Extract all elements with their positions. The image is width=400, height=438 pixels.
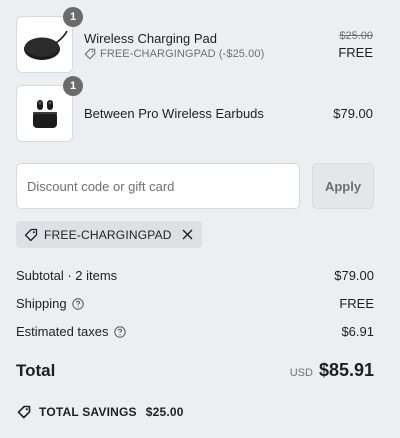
- tag-icon: [17, 405, 32, 419]
- taxes-row: Estimated taxes $6.91: [16, 324, 374, 339]
- charging-pad-image: [16, 16, 73, 73]
- tag-icon: [24, 228, 38, 242]
- earbuds-image: [16, 85, 73, 142]
- applied-code-label: FREE-CHARGINGPAD: [44, 227, 172, 242]
- shipping-label: Shipping: [16, 296, 67, 311]
- product-thumbnail: 1: [16, 76, 83, 142]
- applied-discount-tag: FREE-CHARGINGPAD: [16, 221, 202, 248]
- item-discount: FREE-CHARGINGPAD (-$25.00): [84, 48, 338, 60]
- quantity-badge: 1: [63, 7, 83, 27]
- item-price: $25.00 FREE: [338, 29, 373, 61]
- close-icon[interactable]: [182, 229, 193, 240]
- compare-at-price: $25.00: [339, 29, 373, 42]
- subtotal-label: Subtotal · 2 items: [16, 268, 118, 283]
- savings-value: $25.00: [145, 405, 184, 419]
- currency-code: USD: [289, 367, 313, 379]
- tag-icon: [84, 48, 96, 60]
- item-price: $79.00: [333, 105, 373, 122]
- discount-code-input[interactable]: [16, 163, 300, 209]
- shipping-value: FREE: [339, 296, 374, 311]
- line-item-earbuds: 1 Between Pro Wireless Earbuds $79.00: [16, 76, 373, 142]
- final-price: $79.00: [333, 106, 373, 121]
- total-savings: TOTAL SAVINGS $25.00: [17, 405, 184, 419]
- item-name: Wireless Charging Pad: [84, 30, 217, 46]
- subtotal-value: $79.00: [334, 268, 374, 283]
- apply-button[interactable]: Apply: [312, 163, 374, 209]
- shipping-row: Shipping FREE: [16, 296, 374, 311]
- item-name: Between Pro Wireless Earbuds: [84, 106, 264, 121]
- discount-form: Apply: [16, 163, 374, 209]
- help-icon[interactable]: [71, 297, 84, 310]
- product-thumbnail: 1: [16, 7, 83, 73]
- item-discount-label: FREE-CHARGINGPAD (-$25.00): [100, 47, 265, 60]
- total-row: Total USD $85.91: [16, 360, 374, 381]
- savings-label: TOTAL SAVINGS: [39, 405, 137, 419]
- quantity-badge: 1: [63, 76, 83, 96]
- taxes-value: $6.91: [341, 324, 374, 339]
- subtotal-row: Subtotal · 2 items $79.00: [16, 268, 374, 283]
- total-value: $85.91: [318, 360, 374, 380]
- final-price: FREE: [338, 44, 373, 60]
- help-icon[interactable]: [113, 325, 126, 338]
- taxes-label: Estimated taxes: [16, 324, 109, 339]
- line-item-charging-pad: 1 Wireless Charging Pad FREE-CHARGINGPAD…: [16, 7, 373, 73]
- total-label: Total: [16, 360, 56, 380]
